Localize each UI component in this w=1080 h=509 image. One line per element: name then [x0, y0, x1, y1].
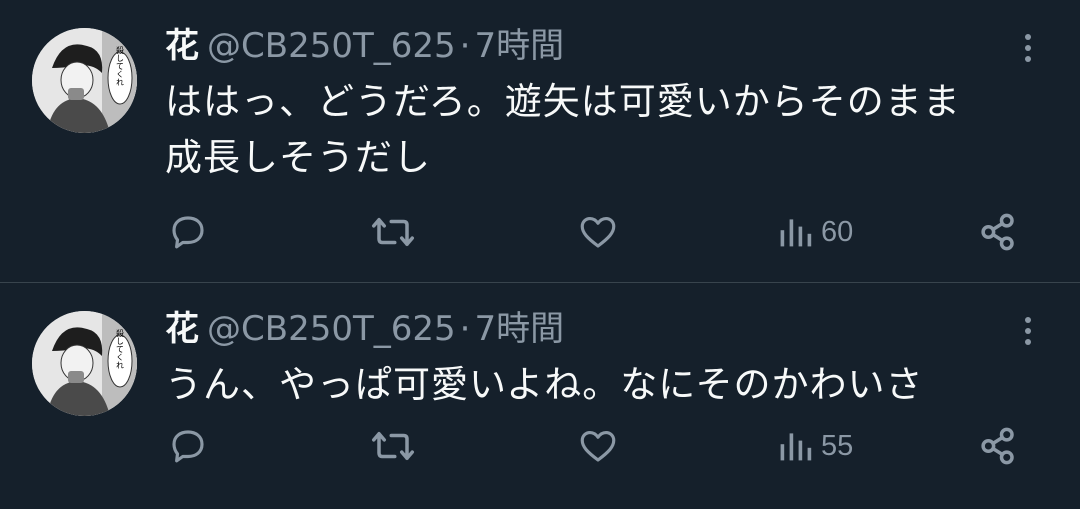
action-bar: 55 — [165, 421, 1035, 471]
avatar-image: 殺してくれ — [32, 311, 137, 416]
tweet-feed: 殺してくれ 花 @CB250T_625 · 7時間 ははっ、どうだろ。遊矢は可愛いから… — [0, 0, 1080, 509]
user-handle[interactable]: @CB250T_625 — [207, 309, 456, 349]
reply-button[interactable] — [167, 207, 209, 257]
user-handle[interactable]: @CB250T_625 — [207, 26, 456, 66]
avatar-caption: 殺してくれ — [116, 328, 125, 369]
views-icon — [780, 219, 812, 247]
more-icon[interactable] — [1010, 313, 1046, 349]
timestamp[interactable]: 7時間 — [474, 309, 564, 349]
tweet-header: 花 @CB250T_625 · 7時間 — [165, 305, 564, 353]
avatar-caption: 殺してくれ — [116, 45, 125, 86]
display-name[interactable]: 花 — [165, 26, 199, 66]
views-button[interactable]: 60 — [777, 207, 853, 257]
action-bar: 60 — [165, 207, 1035, 257]
tweet-text: ははっ、どうだろ。遊矢は可愛いからそのまま 成長しそうだし — [165, 74, 1055, 186]
avatar[interactable]: 殺してくれ — [32, 28, 137, 133]
views-icon — [780, 433, 812, 461]
like-button[interactable] — [577, 421, 619, 471]
share-button[interactable] — [977, 421, 1019, 471]
tweet-text: うん、やっぱ可愛いよね。なにそのかわいさ — [165, 357, 1055, 413]
more-icon[interactable] — [1010, 30, 1046, 66]
reply-button[interactable] — [167, 421, 209, 471]
retweet-button[interactable] — [370, 207, 416, 257]
like-button[interactable] — [577, 207, 619, 257]
avatar-image: 殺してくれ — [32, 28, 137, 133]
retweet-icon — [372, 218, 414, 246]
avatar[interactable]: 殺してくれ — [32, 311, 137, 416]
tweet[interactable]: 殺してくれ 花 @CB250T_625 · 7時間 うん、やっぱ可愛いよね。なにそのか… — [0, 283, 1080, 509]
tweet-text-line: ははっ、どうだろ。遊矢は可愛いからそのまま — [165, 80, 961, 123]
timestamp[interactable]: 7時間 — [474, 26, 564, 66]
views-count: 60 — [821, 215, 854, 248]
tweet-text-line: うん、やっぱ可愛いよね。なにそのかわいさ — [165, 363, 924, 406]
tweet-header: 花 @CB250T_625 · 7時間 — [165, 22, 564, 70]
reply-icon — [172, 216, 204, 249]
like-icon — [580, 430, 616, 462]
share-icon — [981, 427, 1014, 465]
tweet[interactable]: 殺してくれ 花 @CB250T_625 · 7時間 ははっ、どうだろ。遊矢は可愛いから… — [0, 0, 1080, 282]
separator-dot: · — [459, 309, 471, 349]
views-count: 55 — [821, 429, 854, 462]
display-name[interactable]: 花 — [165, 309, 199, 349]
reply-icon — [172, 430, 204, 463]
share-icon — [981, 213, 1014, 251]
share-button[interactable] — [977, 207, 1019, 257]
retweet-button[interactable] — [370, 421, 416, 471]
like-icon — [580, 216, 616, 248]
tweet-text-line: 成長しそうだし — [165, 136, 431, 179]
retweet-icon — [372, 432, 414, 460]
separator-dot: · — [459, 26, 471, 66]
views-button[interactable]: 55 — [777, 421, 853, 471]
